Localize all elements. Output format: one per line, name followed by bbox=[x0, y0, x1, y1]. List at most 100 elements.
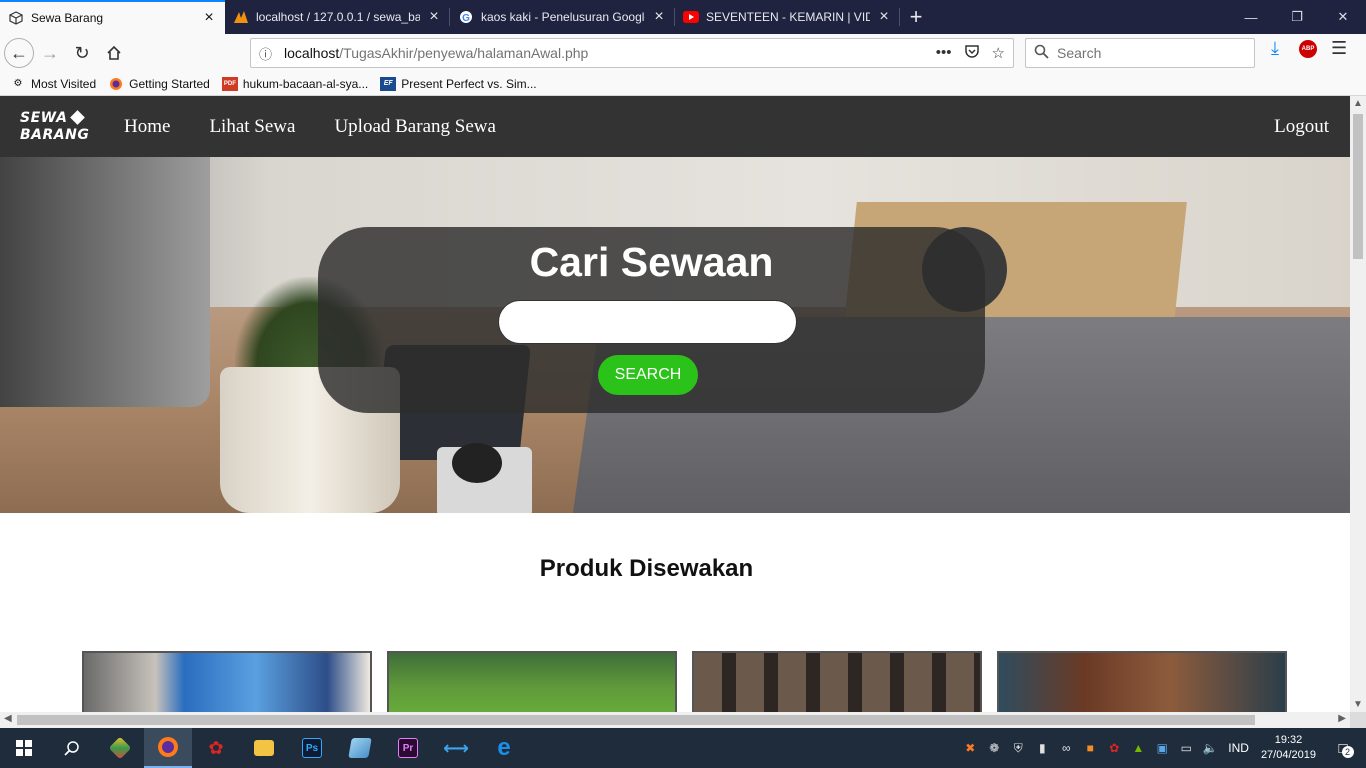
sublime-icon[interactable]: ■ bbox=[1078, 728, 1102, 768]
tab-title: localhost / 127.0.0.1 / sewa_bar bbox=[256, 10, 420, 24]
firefox-taskbar-icon[interactable] bbox=[144, 728, 192, 768]
url-bar[interactable]: ⓘ localhost /TugasAkhir/penyewa/halamanA… bbox=[250, 38, 1014, 68]
new-tab-button[interactable]: + bbox=[900, 0, 932, 34]
file-explorer-icon[interactable] bbox=[240, 728, 288, 768]
search-input[interactable] bbox=[498, 300, 797, 344]
scroll-up-arrow-icon[interactable]: ▲ bbox=[1353, 98, 1363, 109]
network-icon[interactable]: ▣ bbox=[1150, 728, 1174, 768]
adblock-icon[interactable]: ABP bbox=[1299, 39, 1317, 58]
reload-icon[interactable]: ↻ bbox=[66, 37, 98, 69]
minimize-icon[interactable]: — bbox=[1228, 0, 1274, 34]
language-indicator[interactable]: IND bbox=[1228, 741, 1249, 755]
vscode-icon[interactable]: ⟷ bbox=[432, 728, 480, 768]
browser-toolbar: ← → ↻ ⓘ localhost /TugasAkhir/penyewa/ha… bbox=[0, 34, 1366, 72]
hamburger-menu-icon[interactable]: ☰ bbox=[1331, 38, 1347, 59]
site-logo[interactable]: SEWA BARANG bbox=[20, 110, 90, 144]
edge-icon[interactable]: e bbox=[480, 728, 528, 768]
forward-arrow-icon[interactable]: → bbox=[34, 37, 66, 69]
url-path: /TugasAkhir/penyewa/halamanAwal.php bbox=[339, 45, 589, 61]
monitor-icon[interactable]: ▭ bbox=[1174, 728, 1198, 768]
home-icon[interactable] bbox=[98, 37, 130, 69]
tab-title: kaos kaki - Penelusuran Google bbox=[481, 10, 645, 24]
search-bar[interactable]: Search bbox=[1025, 38, 1255, 68]
search-panel: Cari Sewaan SEARCH bbox=[318, 227, 985, 413]
product-card-laptop[interactable] bbox=[82, 651, 372, 712]
horizontal-scrollbar[interactable]: ◀ ▶ bbox=[0, 712, 1350, 728]
ef-icon: EF bbox=[380, 76, 397, 91]
scroll-down-arrow-icon[interactable]: ▼ bbox=[1353, 699, 1363, 710]
shield-icon[interactable]: ⛨ bbox=[1006, 728, 1030, 768]
notification-count: 2 bbox=[1341, 746, 1354, 758]
gear-icon: ⚙ bbox=[13, 78, 23, 89]
restore-icon[interactable]: ❐ bbox=[1274, 0, 1320, 34]
product-card-headphones[interactable] bbox=[692, 651, 982, 712]
bookmark-star-icon[interactable]: ☆ bbox=[992, 44, 1005, 63]
search-icon[interactable] bbox=[48, 728, 96, 768]
cube-icon bbox=[8, 10, 24, 26]
battery-icon[interactable]: ▮ bbox=[1030, 728, 1054, 768]
clock[interactable]: 19:32 27/04/2019 bbox=[1261, 733, 1316, 763]
tab-youtube[interactable]: SEVENTEEN - KEMARIN | VIDEO × bbox=[675, 0, 900, 34]
bookmark-label: Most Visited bbox=[31, 76, 97, 91]
window-close-icon[interactable]: ✕ bbox=[1320, 0, 1366, 34]
toolbar-right: ⤓ ABP ☰ bbox=[1265, 38, 1347, 59]
site-navbar: SEWA BARANG Home Lihat Sewa Upload Baran… bbox=[0, 96, 1350, 157]
back-arrow-icon[interactable]: ← bbox=[4, 38, 34, 68]
wifi-icon[interactable]: ❁ bbox=[982, 728, 1006, 768]
browser-tab-strip: Sewa Barang × localhost / 127.0.0.1 / se… bbox=[0, 0, 1366, 34]
garena-icon[interactable]: ✿ bbox=[192, 728, 240, 768]
search-button[interactable]: SEARCH bbox=[598, 355, 698, 395]
windows-start-icon[interactable] bbox=[0, 728, 48, 768]
tab-separator bbox=[899, 8, 900, 26]
product-card-field[interactable] bbox=[387, 651, 677, 712]
nav-upload-barang-sewa-link[interactable]: Upload Barang Sewa bbox=[334, 116, 495, 138]
clock-date: 27/04/2019 bbox=[1260, 749, 1316, 761]
youtube-icon bbox=[683, 9, 699, 25]
logo-line-2: BARANG bbox=[20, 126, 90, 143]
bookmark-hukum-bacaan[interactable]: PDF hukum-bacaan-al-sya... bbox=[221, 76, 368, 91]
bookmarks-bar: ⚙ Most Visited Getting Started PDF hukum… bbox=[0, 72, 1366, 96]
horizontal-scroll-thumb[interactable] bbox=[17, 715, 1255, 725]
scroll-left-arrow-icon[interactable]: ◀ bbox=[4, 713, 12, 724]
search-icon bbox=[1034, 44, 1049, 62]
tab-phpmyadmin[interactable]: localhost / 127.0.0.1 / sewa_bar × bbox=[225, 0, 450, 34]
notification-center-icon[interactable]: □ 2 bbox=[1326, 728, 1366, 768]
firefox-icon bbox=[108, 77, 124, 91]
hero-monitor-image bbox=[0, 157, 210, 407]
close-icon[interactable]: × bbox=[876, 8, 892, 26]
volume-icon[interactable]: 🔈 bbox=[1198, 728, 1222, 768]
vertical-scrollbar[interactable]: ▲ ▼ bbox=[1350, 96, 1366, 712]
garena-tray-icon[interactable]: ✿ bbox=[1102, 728, 1126, 768]
scroll-right-arrow-icon[interactable]: ▶ bbox=[1338, 713, 1346, 724]
info-icon[interactable]: ⓘ bbox=[259, 44, 272, 63]
close-icon[interactable]: × bbox=[201, 9, 217, 27]
close-icon[interactable]: × bbox=[651, 8, 667, 26]
tab-sewa-barang[interactable]: Sewa Barang × bbox=[0, 0, 225, 34]
premiere-icon[interactable]: Pr bbox=[384, 728, 432, 768]
vertical-scroll-thumb[interactable] bbox=[1353, 114, 1363, 259]
logout-link[interactable]: Logout bbox=[1274, 116, 1329, 138]
link-icon[interactable]: ∞ bbox=[1054, 728, 1078, 768]
phpmyadmin-icon bbox=[233, 9, 249, 25]
window-controls: — ❐ ✕ bbox=[1228, 0, 1366, 34]
more-actions-icon[interactable]: ••• bbox=[936, 44, 952, 63]
clock-time: 19:32 bbox=[1274, 734, 1303, 746]
tab-title: Sewa Barang bbox=[31, 11, 104, 25]
bookmark-getting-started[interactable]: Getting Started bbox=[108, 77, 210, 91]
svg-text:G: G bbox=[462, 13, 470, 24]
windows-taskbar: ✿ Ps Pr ⟷ e ✖ ❁ ⛨ ▮ ∞ ■ ✿ ▲ ▣ ▭ 🔈 IND 19… bbox=[0, 728, 1366, 768]
bookmark-present-perfect[interactable]: EF Present Perfect vs. Sim... bbox=[380, 76, 537, 91]
product-card-cabinet[interactable] bbox=[997, 651, 1287, 712]
download-icon[interactable]: ⤓ bbox=[1265, 38, 1285, 59]
bookmark-most-visited[interactable]: ⚙ Most Visited bbox=[10, 76, 97, 91]
nvidia-icon[interactable]: ▲ bbox=[1126, 728, 1150, 768]
notepad-icon[interactable] bbox=[336, 728, 384, 768]
nav-lihat-sewa-link[interactable]: Lihat Sewa bbox=[209, 116, 295, 138]
tab-google[interactable]: G kaos kaki - Penelusuran Google × bbox=[450, 0, 675, 34]
nav-home-link[interactable]: Home bbox=[124, 116, 170, 138]
pocket-icon[interactable] bbox=[964, 44, 980, 63]
xampp-icon[interactable]: ✖ bbox=[958, 728, 982, 768]
gitkraken-icon[interactable] bbox=[96, 728, 144, 768]
photoshop-icon[interactable]: Ps bbox=[288, 728, 336, 768]
close-icon[interactable]: × bbox=[426, 8, 442, 26]
